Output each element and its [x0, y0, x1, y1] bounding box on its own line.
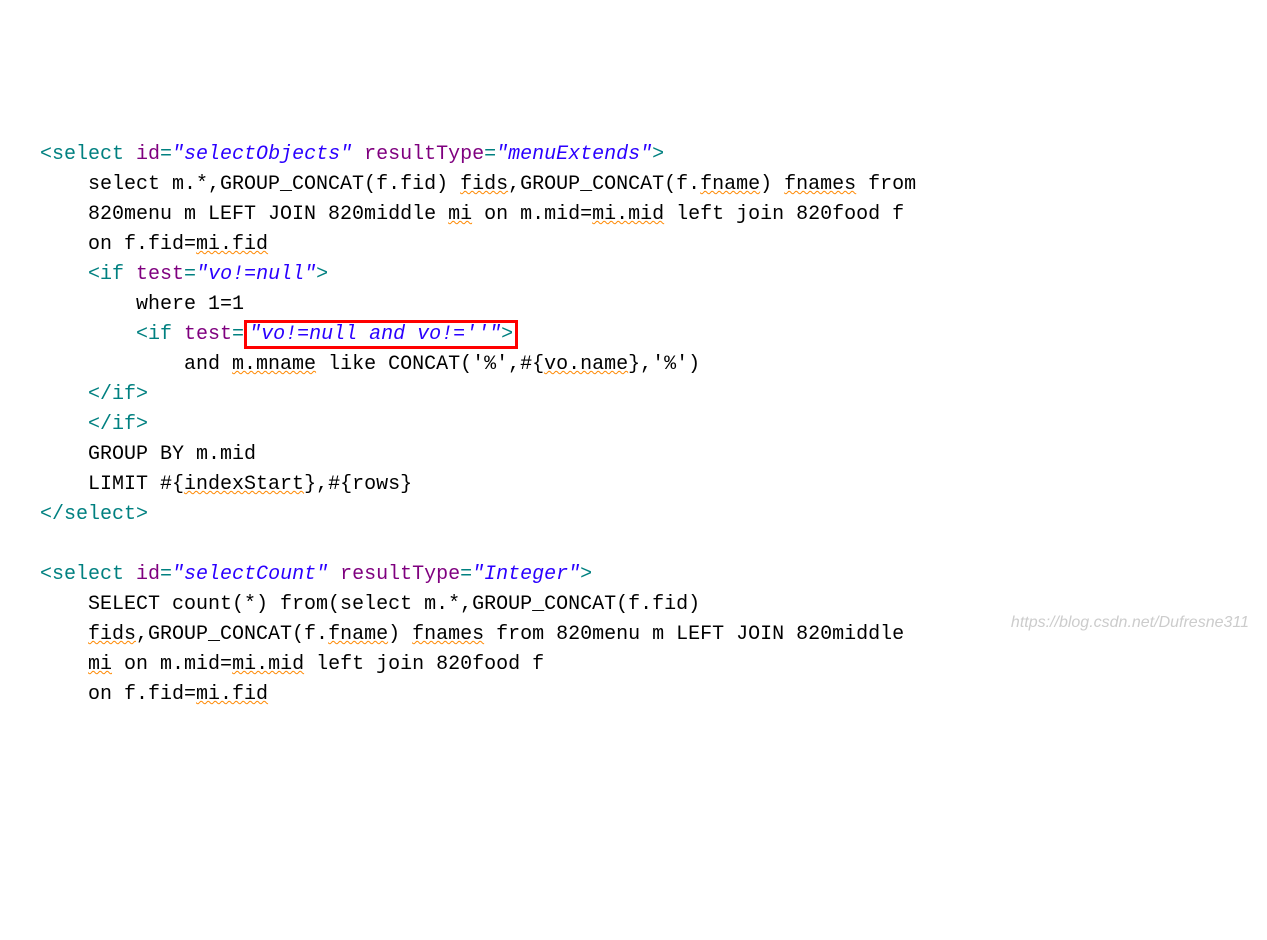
- highlighted-test-value: "vo!=null and vo!=''">: [244, 320, 518, 349]
- tag-select-close: </select>: [40, 503, 148, 526]
- attr-resulttype-value: "menuExtends": [496, 143, 652, 166]
- tag-select-open: <select: [40, 143, 136, 166]
- tag-if-inner: <if: [136, 323, 184, 346]
- sql-text: select m.*,GROUP_CONCAT(f.fid): [88, 173, 460, 196]
- attr-id-value: "selectObjects": [172, 143, 352, 166]
- tag-if-close: </if>: [88, 413, 148, 436]
- attr-id: id: [136, 143, 160, 166]
- watermark: https://blog.csdn.net/Dufresne311: [1011, 611, 1249, 635]
- tag-if-close: </if>: [88, 383, 148, 406]
- tag-if-open: <if: [88, 263, 136, 286]
- attr-resulttype: resultType: [352, 143, 484, 166]
- tag-select-open-2: <select: [40, 563, 136, 586]
